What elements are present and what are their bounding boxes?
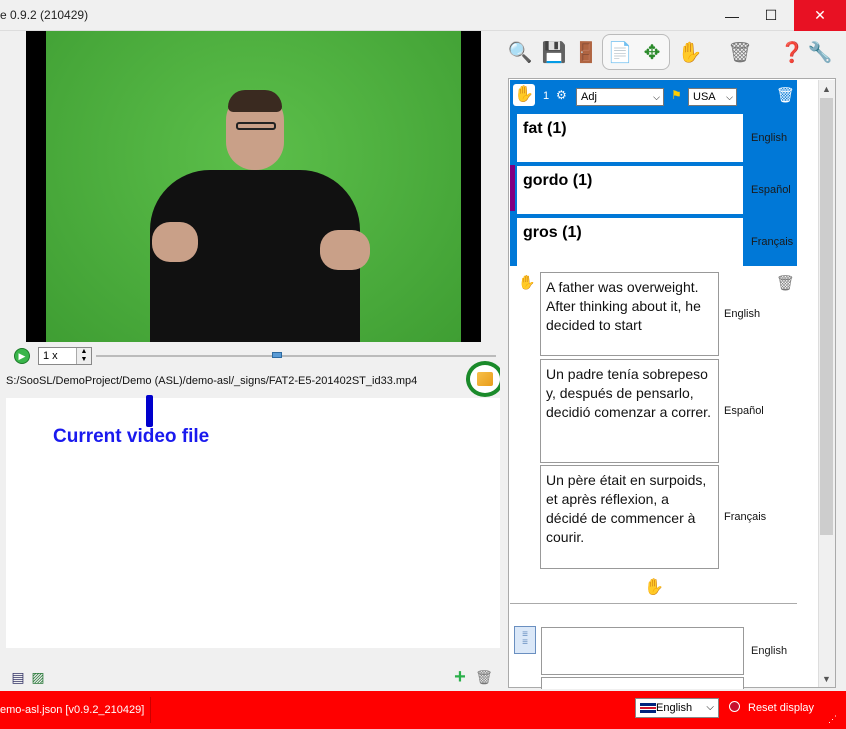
gloss-field[interactable]: fat (1)	[517, 114, 743, 162]
sense-number: 1	[543, 90, 550, 102]
delete-sentence-icon[interactable]: 🗑	[776, 274, 795, 292]
current-file-path: S:/SooSL/DemoProject/Demo (ASL)/demo-asl…	[6, 375, 418, 387]
search-icon[interactable]: 🔍	[506, 38, 534, 66]
wrench-icon[interactable]: 🔧	[806, 38, 834, 66]
sign-hand-icon: ✋	[513, 84, 535, 106]
extra-text-field[interactable]	[541, 677, 744, 689]
save-icon[interactable]: 💾	[540, 38, 568, 66]
gloss-language-label: English	[751, 132, 788, 144]
dialect-dropdown[interactable]: USA ⌵	[688, 88, 737, 106]
close-button[interactable]: ✕	[794, 0, 846, 31]
reset-display-button[interactable]: Reset display	[748, 702, 814, 714]
sentence-field[interactable]: A father was overweight. After thinking …	[540, 272, 719, 356]
sentence-field[interactable]: Un père était en surpoids, et après réfl…	[540, 465, 719, 569]
video-slider-track[interactable]	[96, 355, 496, 357]
grammar-category-value: Adj	[581, 91, 597, 103]
delete-sense-icon[interactable]: 🗑	[776, 86, 795, 104]
speed-spin-arrows[interactable]: ▲ ▼	[76, 348, 91, 364]
document-icon[interactable]: 📄	[606, 38, 634, 66]
trash-icon[interactable]: 🗑	[726, 38, 754, 66]
uk-flag-icon	[640, 703, 656, 713]
status-file-label: emo-asl.json [v0.9.2_210429]	[0, 704, 145, 716]
open-file-location-icon[interactable]	[477, 372, 493, 386]
grammar-category-dropdown[interactable]: Adj ⌵	[576, 88, 664, 106]
scroll-up-icon[interactable]: ▲	[818, 80, 835, 97]
resize-grip-icon[interactable]: ⋰	[828, 714, 837, 725]
exit-icon[interactable]: 🚪	[572, 38, 600, 66]
gloss-language-label: Español	[751, 184, 791, 196]
compass-icon[interactable]: ✥	[638, 38, 666, 66]
scrollbar-thumb[interactable]	[820, 98, 833, 535]
signer-hair	[228, 90, 282, 112]
add-media-icon[interactable]: +	[452, 666, 468, 688]
annotation-pointer	[146, 395, 153, 427]
grammar-icon: ⚙	[556, 88, 567, 102]
gloss-field[interactable]: gros (1)	[517, 218, 743, 266]
signer-glasses	[236, 122, 276, 130]
extra-text-field[interactable]	[541, 627, 744, 675]
extra-text-language-label: English	[751, 645, 788, 657]
sentence-field[interactable]: Un padre tenía sobrepeso y, después de p…	[540, 359, 719, 463]
section-divider	[510, 603, 797, 604]
gloss-marker	[510, 165, 515, 211]
signer-left-hand	[152, 222, 198, 262]
add-sign-icon[interactable]: ✋	[676, 38, 704, 66]
chevron-down-icon: ⌵	[706, 702, 714, 713]
reset-icon[interactable]	[729, 701, 740, 712]
maximize-button[interactable]: ☐	[748, 0, 794, 31]
gloss-language-label: Français	[751, 236, 794, 248]
dialect-value: USA	[693, 91, 716, 103]
window-title: e 0.9.2 (210429)	[0, 8, 89, 22]
video-slider-handle[interactable]	[272, 352, 282, 358]
dialect-icon: ⚑	[671, 88, 682, 102]
signer-right-hand	[320, 230, 370, 270]
extra-text-icon: ≡ ≡	[514, 626, 536, 654]
gloss-field[interactable]: gordo (1)	[517, 166, 743, 214]
add-sentence-icon[interactable]: ✋	[644, 577, 664, 597]
chevron-down-icon: ⌵	[653, 92, 660, 102]
image-icon[interactable]: ▨	[30, 668, 46, 686]
chevron-down-icon: ⌵	[726, 92, 733, 102]
help-icon[interactable]: ❓	[778, 38, 806, 66]
display-language-value: English	[656, 702, 693, 714]
scroll-down-icon[interactable]: ▼	[818, 670, 835, 687]
sentence-language-label: Français	[724, 511, 767, 523]
sentence-hand-icon: ✋	[518, 274, 536, 290]
filmstrip-icon[interactable]: ▤	[10, 668, 26, 686]
trash-icon[interactable]: 🗑	[475, 668, 493, 686]
play-icon[interactable]: ▶	[14, 348, 30, 364]
sentence-language-label: Español	[724, 405, 764, 417]
sentence-language-label: English	[724, 308, 761, 320]
status-separator	[150, 697, 151, 723]
annotation-label: Current video file	[53, 426, 210, 447]
